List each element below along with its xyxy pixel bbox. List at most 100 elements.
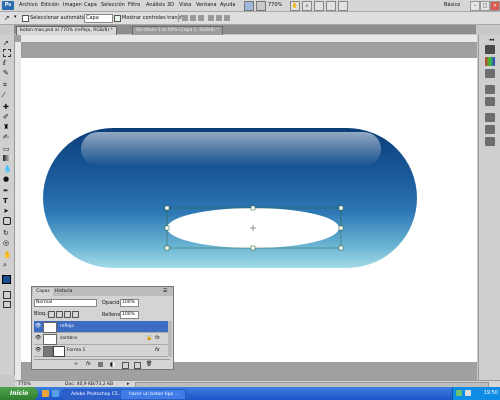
ruler-horizontal[interactable]: [21, 35, 477, 43]
clock[interactable]: 19:50: [484, 387, 498, 400]
lock-all-icon[interactable]: [72, 311, 79, 318]
new-layer-icon[interactable]: [134, 362, 141, 369]
menu-vista[interactable]: Vista: [179, 2, 191, 8]
volume-icon[interactable]: [465, 390, 471, 396]
pen-tool-icon[interactable]: ✒: [3, 187, 11, 195]
layer-name[interactable]: sombra: [60, 335, 77, 342]
tab-historia[interactable]: Historia: [52, 288, 75, 296]
layer-row-forma-1[interactable]: 👁 Forma 1 fx: [34, 345, 169, 357]
menu-filtro[interactable]: Filtro: [128, 2, 140, 8]
zoom-tool-icon[interactable]: ⌕: [3, 261, 11, 269]
lock-position-icon[interactable]: [64, 311, 71, 318]
zoom-level[interactable]: 770%: [268, 2, 282, 8]
add-mask-icon[interactable]: [98, 362, 103, 367]
new-group-icon[interactable]: [122, 362, 129, 369]
workspace-switcher[interactable]: Básico: [444, 2, 460, 8]
screen-mode-icon[interactable]: [3, 301, 11, 308]
fill-input[interactable]: 100%: [120, 311, 139, 319]
adjustments-panel-icon[interactable]: [485, 85, 495, 94]
menu-capa[interactable]: Capa: [84, 2, 97, 8]
show-transform-checkbox[interactable]: [114, 15, 121, 22]
3d-rotate-tool-icon[interactable]: ↻: [3, 229, 11, 237]
align-middle-icon[interactable]: [190, 15, 196, 21]
collapse-panels-icon[interactable]: ◂◂: [489, 37, 494, 43]
move-tool-icon[interactable]: ➚: [3, 39, 11, 47]
align-top-icon[interactable]: [182, 15, 188, 21]
network-icon[interactable]: [456, 390, 462, 396]
lasso-tool-icon[interactable]: ℓ: [3, 59, 11, 67]
hand-tool-icon[interactable]: ✋: [290, 1, 300, 11]
visibility-eye-icon[interactable]: 👁: [35, 323, 41, 330]
tab-boton-mas[interactable]: boton mas.psd al 770% (reflejo, RGB/8) *: [16, 26, 117, 35]
menu-seleccion[interactable]: Selección: [101, 2, 125, 8]
align-center-icon[interactable]: [216, 15, 222, 21]
menu-edicion[interactable]: Edición: [41, 2, 59, 8]
minimize-button[interactable]: –: [470, 1, 480, 11]
minibridge-icon[interactable]: [256, 1, 266, 11]
hand-tool-icon[interactable]: ✋: [3, 251, 12, 259]
zoom-tool-icon[interactable]: ⌕: [302, 1, 312, 11]
brush-tool-icon[interactable]: ✐: [3, 113, 11, 121]
quick-select-tool-icon[interactable]: ✎: [3, 69, 11, 77]
clone-stamp-tool-icon[interactable]: ♜: [3, 123, 11, 131]
align-left-icon[interactable]: [208, 15, 214, 21]
align-right-icon[interactable]: [224, 15, 230, 21]
align-buttons-group[interactable]: [178, 14, 239, 22]
show-desktop-icon[interactable]: [52, 390, 59, 397]
move-tool-icon[interactable]: ➚: [4, 14, 12, 22]
start-button[interactable]: Inicio: [0, 387, 38, 400]
layer-row-reflejo[interactable]: 👁 reflejo: [34, 321, 169, 333]
maximize-button[interactable]: □: [480, 1, 490, 11]
3d-orbit-tool-icon[interactable]: ◎: [3, 239, 11, 247]
menu-analisis[interactable]: Análisis: [146, 2, 165, 8]
bridge-icon[interactable]: [244, 1, 254, 11]
shape-tool-icon[interactable]: [3, 217, 11, 225]
history-brush-tool-icon[interactable]: ✍: [3, 133, 11, 141]
taskbar-browser[interactable]: hacer un boton tipo ...: [120, 389, 186, 400]
menu-3d[interactable]: 3D: [167, 2, 174, 8]
foreground-color-swatch[interactable]: [2, 275, 11, 284]
channels-panel-icon[interactable]: [485, 125, 495, 134]
visibility-eye-icon[interactable]: 👁: [35, 335, 41, 342]
gradient-tool-icon[interactable]: [3, 155, 11, 161]
tab-sin-titulo[interactable]: Sin título-1 al 50% (Capa 1, RGB/8) *: [132, 26, 223, 35]
eyedropper-tool-icon[interactable]: ⁄: [3, 91, 11, 99]
panel-menu-icon[interactable]: ☰: [163, 288, 167, 294]
auto-select-checkbox[interactable]: [22, 15, 29, 22]
menu-archivo[interactable]: Archivo: [19, 2, 38, 8]
layer-name[interactable]: Forma 1: [67, 347, 85, 354]
dodge-tool-icon[interactable]: ●: [3, 175, 11, 183]
lock-transparency-icon[interactable]: [48, 311, 55, 318]
menu-imagen[interactable]: Imagen: [63, 2, 82, 8]
menu-ayuda[interactable]: Ayuda: [220, 2, 235, 8]
blend-mode-select[interactable]: Normal: [34, 299, 97, 307]
rotate-view-icon[interactable]: [314, 1, 324, 11]
swatches-panel-icon[interactable]: [485, 57, 495, 66]
crop-tool-icon[interactable]: ⌗: [3, 81, 11, 89]
masks-panel-icon[interactable]: [485, 97, 495, 106]
delete-layer-icon[interactable]: 🗑: [146, 361, 152, 367]
add-style-icon[interactable]: fx: [86, 361, 91, 367]
layers-scrollbar[interactable]: [168, 321, 172, 357]
fx-icon[interactable]: fx: [155, 347, 160, 353]
tab-capas[interactable]: Capas: [33, 288, 53, 296]
fx-icon[interactable]: fx: [155, 335, 160, 341]
taskbar-photoshop[interactable]: Adobe Photoshop CS...: [62, 389, 128, 400]
styles-panel-icon[interactable]: [485, 69, 495, 78]
menu-ventana[interactable]: Ventana: [196, 2, 217, 8]
quick-mask-icon[interactable]: [3, 291, 11, 299]
healing-brush-tool-icon[interactable]: ✚: [3, 103, 11, 111]
tool-preset-chevron-icon[interactable]: ▾: [14, 14, 17, 20]
layer-row-sombra[interactable]: 👁 sombra 🔒 fx: [34, 333, 169, 345]
eraser-tool-icon[interactable]: ▭: [3, 145, 11, 153]
path-selection-tool-icon[interactable]: ➤: [3, 207, 11, 215]
blur-tool-icon[interactable]: 💧: [3, 165, 12, 173]
layer-name[interactable]: reflejo: [60, 323, 74, 330]
color-panel-icon[interactable]: [485, 45, 495, 54]
opacity-input[interactable]: 100%: [120, 299, 139, 307]
lock-pixels-icon[interactable]: [56, 311, 63, 318]
screen-mode-icon[interactable]: [338, 1, 348, 11]
arrange-documents-icon[interactable]: [326, 1, 336, 11]
link-layers-icon[interactable]: ∞: [74, 361, 78, 367]
auto-select-dropdown[interactable]: Capa: [84, 14, 113, 23]
